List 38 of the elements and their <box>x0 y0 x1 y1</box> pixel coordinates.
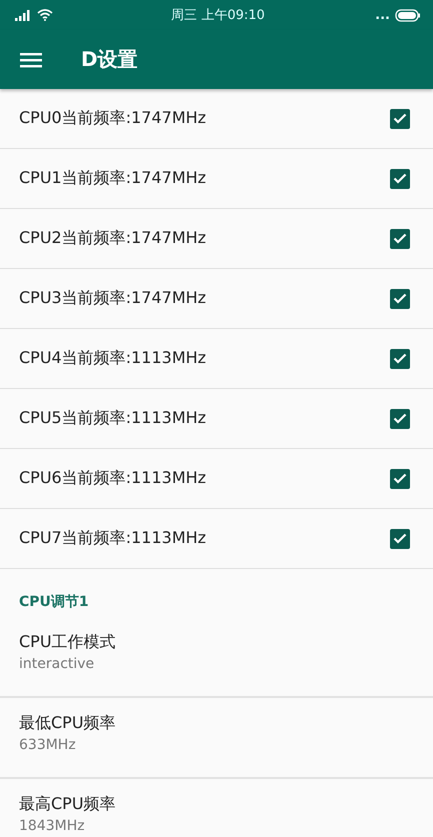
preference-title[interactable]: CPU工作模式 <box>19 632 414 653</box>
more-dots: ... <box>375 8 390 22</box>
app-title: D设置 <box>81 46 138 73</box>
checkbox[interactable] <box>390 288 410 308</box>
checkbox[interactable] <box>390 228 410 248</box>
cpu-frequency-label: CPU2当前频率:1747MHz <box>19 228 208 249</box>
cpu-frequency-label: CPU0当前频率:1747MHz <box>19 108 208 129</box>
checkbox[interactable] <box>390 528 410 548</box>
checkmark-icon <box>393 113 407 124</box>
checkbox[interactable] <box>390 168 410 188</box>
preference-title[interactable]: 最低CPU频率 <box>19 713 414 734</box>
checkmark-icon <box>393 233 407 244</box>
checkmark-icon <box>393 293 407 304</box>
cpu-frequency-label: CPU7当前频率:1113MHz <box>19 528 208 549</box>
signal-icon <box>15 10 31 20</box>
checkmark-icon <box>393 473 407 484</box>
preference-summary: 1843MHz <box>19 818 86 834</box>
section-header: CPU调节1 <box>19 594 89 610</box>
preference-summary: 633MHz <box>19 737 77 753</box>
cpu-frequency-label: CPU3当前频率:1747MHz <box>19 288 208 309</box>
cpu-frequency-label: CPU6当前频率:1113MHz <box>19 468 208 489</box>
cpu-frequency-label: CPU4当前频率:1113MHz <box>19 348 208 369</box>
checkbox[interactable] <box>390 108 410 128</box>
cpu-frequency-label: CPU5当前频率:1113MHz <box>19 408 208 429</box>
checkmark-icon <box>393 533 407 544</box>
checkmark-icon <box>393 353 407 364</box>
checkbox[interactable] <box>390 348 410 368</box>
status-time: 周三 上午09:10 <box>170 7 266 24</box>
battery-icon <box>395 8 421 22</box>
checkbox[interactable] <box>390 468 410 488</box>
preference-title[interactable]: 最高CPU频率 <box>19 794 414 815</box>
checkmark-icon <box>393 413 407 424</box>
checkbox[interactable] <box>390 408 410 428</box>
wifi-icon <box>37 9 53 21</box>
menu-icon <box>20 52 42 68</box>
preference-summary: interactive <box>19 656 96 672</box>
checkmark-icon <box>393 173 407 184</box>
cpu-frequency-label: CPU1当前频率:1747MHz <box>19 168 208 189</box>
